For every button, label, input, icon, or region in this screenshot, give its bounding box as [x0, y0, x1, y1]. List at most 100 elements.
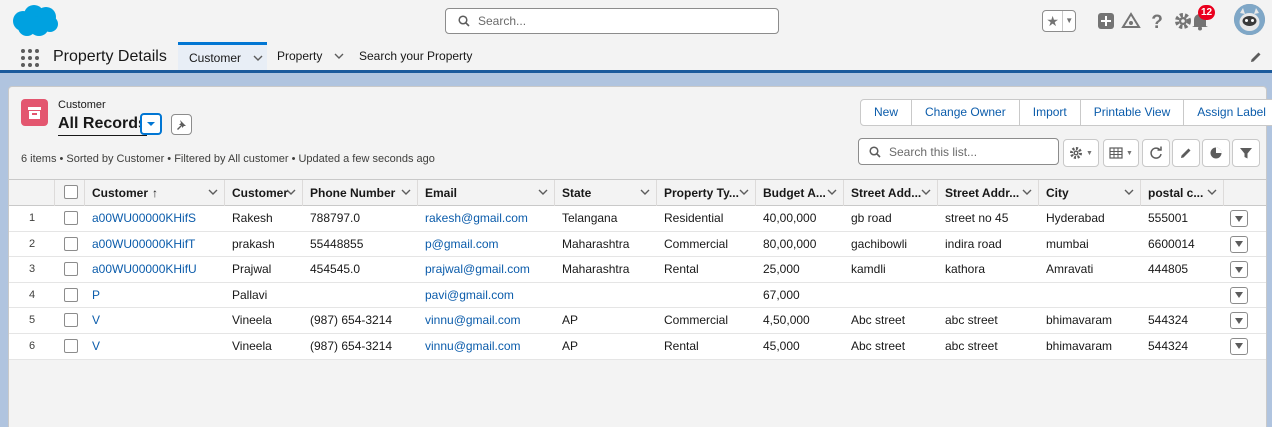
- row-actions-button[interactable]: [1230, 210, 1248, 227]
- list-view-card: Customer All Records 6 items • Sorted by…: [8, 86, 1272, 427]
- table-row: 2 a00WU00000KHifT prakash 55448855 p@gmail.c…: [9, 231, 1266, 258]
- tab-search-your-property[interactable]: Search your Property: [359, 42, 472, 70]
- row-select-checkbox[interactable]: [64, 287, 78, 302]
- chevron-down-icon[interactable]: [538, 187, 548, 197]
- chevron-down-icon[interactable]: [1022, 187, 1032, 197]
- chevron-down-icon[interactable]: [827, 187, 837, 197]
- global-search-input[interactable]: Search...: [445, 8, 779, 34]
- list-view-title[interactable]: All Records: [58, 115, 147, 136]
- favorites-button-group[interactable]: ★ ▼: [1042, 10, 1076, 32]
- cell-customer-name[interactable]: a00WU00000KHifU: [85, 257, 225, 282]
- row-select-checkbox[interactable]: [64, 211, 78, 225]
- chevron-down-icon[interactable]: [208, 187, 218, 197]
- new-button[interactable]: New: [861, 100, 911, 125]
- chevron-down-icon[interactable]: [1207, 187, 1217, 197]
- chevron-down-icon[interactable]: [286, 187, 296, 197]
- row-actions-button[interactable]: [1230, 337, 1248, 355]
- charts-button[interactable]: [1202, 139, 1230, 167]
- change-owner-button[interactable]: Change Owner: [911, 100, 1019, 125]
- pin-icon: [177, 120, 186, 130]
- chevron-down-icon[interactable]: [253, 53, 263, 63]
- assign-label-button[interactable]: Assign Label: [1183, 100, 1272, 125]
- cell-property-type: Residential: [664, 211, 724, 225]
- row-actions-header: [1224, 180, 1266, 206]
- column-header-customer[interactable]: Customer: [225, 180, 303, 206]
- user-avatar[interactable]: [1234, 4, 1265, 35]
- inline-edit-button[interactable]: [1172, 139, 1200, 167]
- column-header-postal-code[interactable]: postal c...: [1141, 180, 1224, 206]
- column-header-budget[interactable]: Budget A...: [756, 180, 844, 206]
- column-header-state[interactable]: State: [555, 180, 657, 206]
- cell-email[interactable]: pavi@gmail.com: [418, 283, 555, 308]
- import-button[interactable]: Import: [1018, 100, 1080, 125]
- row-number: 1: [28, 212, 36, 224]
- cell-city: Hyderabad: [1046, 211, 1105, 225]
- cell-postal-code: [1141, 283, 1224, 308]
- row-select-checkbox[interactable]: [64, 313, 78, 328]
- chevron-down-icon[interactable]: [739, 187, 749, 197]
- row-select-checkbox[interactable]: [64, 236, 78, 251]
- column-header-property-type[interactable]: Property Ty...: [657, 180, 756, 206]
- cell-customer-name[interactable]: a00WU00000KHifT: [85, 232, 225, 257]
- cell-customer-name[interactable]: P: [85, 283, 225, 308]
- chevron-down-icon[interactable]: [334, 51, 344, 61]
- cell-street-address-2: abc street: [945, 313, 998, 328]
- cell-email[interactable]: vinnu@gmail.com: [418, 308, 555, 333]
- app-launcher-icon[interactable]: [21, 49, 39, 67]
- salesforce-logo[interactable]: [9, 4, 59, 38]
- row-select-checkbox[interactable]: [64, 338, 78, 353]
- list-search-input[interactable]: Search this list...: [858, 138, 1059, 165]
- trailhead-guidance-icon[interactable]: [1121, 11, 1141, 31]
- cell-budget: 25,000: [763, 262, 800, 277]
- global-actions-icon[interactable]: [1096, 11, 1116, 31]
- svg-text:?: ?: [1151, 12, 1163, 31]
- cell-customer-name[interactable]: V: [85, 308, 225, 333]
- column-header-email[interactable]: Email: [418, 180, 555, 206]
- list-view-picker-button[interactable]: [140, 113, 162, 135]
- column-label: City: [1046, 186, 1069, 200]
- printable-view-button[interactable]: Printable View: [1079, 100, 1184, 125]
- tab-property[interactable]: Property: [277, 42, 349, 70]
- chevron-down-icon[interactable]: [401, 187, 411, 197]
- cell-street-address-1: [844, 283, 938, 308]
- column-header-customer-name[interactable]: Customer ↑: [85, 180, 225, 206]
- row-number: 6: [28, 339, 36, 352]
- cell-email[interactable]: vinnu@gmail.com: [418, 334, 555, 359]
- table-row: 5 V Vineela (987) 654-3214 vinnu@gmail.com AP…: [9, 308, 1266, 334]
- table-row: 6 V Vineela (987) 654-3214 vinnu@gmail.com AP…: [9, 333, 1266, 360]
- column-header-street-address-1[interactable]: Street Add...: [844, 180, 938, 206]
- cell-email[interactable]: rakesh@gmail.com: [418, 206, 555, 231]
- row-actions-button[interactable]: [1230, 312, 1248, 330]
- display-as-table-button[interactable]: ▼: [1103, 139, 1139, 167]
- chevron-down-icon[interactable]: [640, 187, 650, 197]
- column-header-city[interactable]: City: [1039, 180, 1141, 206]
- pie-chart-icon: [1210, 147, 1222, 159]
- column-header-street-address-2[interactable]: Street Addr...: [938, 180, 1039, 206]
- pin-list-view-button[interactable]: [171, 114, 192, 135]
- refresh-button[interactable]: [1142, 139, 1170, 167]
- cell-email[interactable]: p@gmail.com: [418, 232, 555, 257]
- table-body: 1 a00WU00000KHifS Rakesh 788797.0 rakesh@gma…: [9, 206, 1266, 360]
- column-header-phone-number[interactable]: Phone Number: [303, 180, 418, 206]
- row-actions-button[interactable]: [1230, 235, 1248, 253]
- row-actions-button[interactable]: [1230, 286, 1248, 304]
- list-settings-button[interactable]: ▼: [1063, 139, 1099, 167]
- star-icon[interactable]: ★: [1043, 11, 1062, 31]
- chevron-down-icon[interactable]: [921, 187, 931, 197]
- tab-customer[interactable]: Customer: [178, 42, 267, 70]
- search-icon: [869, 145, 881, 158]
- chevron-down-icon[interactable]: [1124, 187, 1134, 197]
- select-all-checkbox[interactable]: [64, 185, 78, 199]
- row-actions-button[interactable]: [1230, 261, 1248, 279]
- cell-email[interactable]: prajwal@gmail.com: [418, 257, 555, 282]
- filters-button[interactable]: [1232, 139, 1260, 167]
- edit-nav-pencil-icon[interactable]: [1250, 51, 1262, 63]
- help-icon[interactable]: ?: [1147, 11, 1167, 31]
- column-label: State: [562, 186, 592, 200]
- cell-customer-name[interactable]: a00WU00000KHifS: [85, 206, 225, 231]
- chevron-down-icon[interactable]: ▼: [1062, 11, 1075, 31]
- cell-customer-name[interactable]: V: [85, 334, 225, 359]
- cell-street-address-2: [938, 283, 1039, 308]
- row-select-checkbox[interactable]: [64, 262, 78, 277]
- chevron-down-icon: ▼: [1086, 149, 1093, 157]
